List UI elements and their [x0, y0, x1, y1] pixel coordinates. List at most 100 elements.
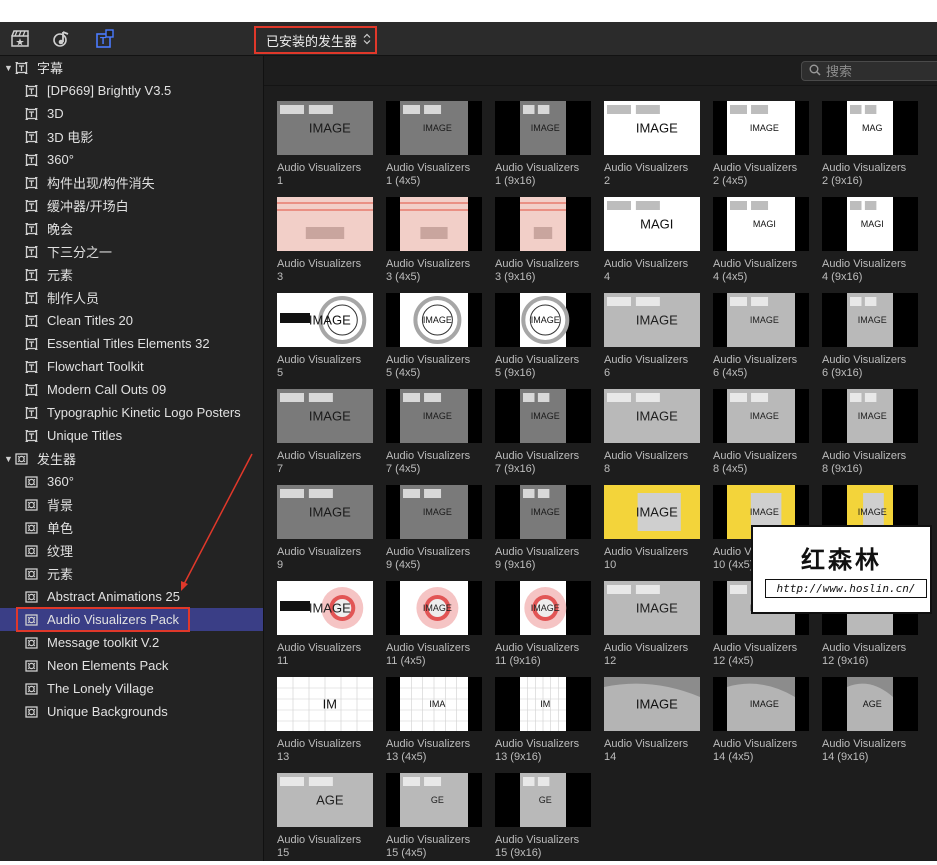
generator-tile[interactable]: IMAGE Audio Visualizers 7 (4x5)	[386, 389, 486, 481]
sidebar-item[interactable]: Modern Call Outs 09	[0, 378, 263, 401]
generator-thumbnail[interactable]: GE	[386, 773, 482, 827]
generator-tile[interactable]: IMAGE Audio Visualizers 9	[277, 485, 377, 577]
generator-thumbnail[interactable]: AGE	[822, 677, 918, 731]
generator-tile[interactable]: IMAGE Audio Visualizers 9 (4x5)	[386, 485, 486, 577]
generator-thumbnail[interactable]: IM	[277, 677, 373, 731]
generator-thumbnail[interactable]: MAGI	[822, 197, 918, 251]
sidebar-item[interactable]: [DP669] Brightly V3.5	[0, 79, 263, 102]
generator-thumbnail[interactable]: IMAGE	[495, 389, 591, 443]
generator-tile[interactable]: MAGI Audio Visualizers 4 (9x16)	[822, 197, 922, 289]
generator-tile[interactable]: GE Audio Visualizers 15 (4x5)	[386, 773, 486, 865]
generator-tile[interactable]: Audio Visualizers 3	[277, 197, 377, 289]
generator-thumbnail[interactable]: IMAGE	[277, 293, 373, 347]
sidebar-category-titles[interactable]: ▼ 字幕	[0, 56, 263, 79]
generator-tile[interactable]: IMA Audio Visualizers 13 (4x5)	[386, 677, 486, 769]
titles-icon[interactable]: T	[95, 29, 115, 49]
generator-tile[interactable]: IMAGE Audio Visualizers 6 (9x16)	[822, 293, 922, 385]
generator-thumbnail[interactable]: IMAGE	[386, 293, 482, 347]
generator-thumbnail[interactable]: IMAGE	[495, 581, 591, 635]
sidebar-item[interactable]: Clean Titles 20	[0, 309, 263, 332]
generator-tile[interactable]: MAGI Audio Visualizers 4	[604, 197, 704, 289]
generator-thumbnail[interactable]: IMAGE	[713, 293, 809, 347]
generator-thumbnail[interactable]: IM	[495, 677, 591, 731]
generator-tile[interactable]: IM Audio Visualizers 13 (9x16)	[495, 677, 595, 769]
generator-thumbnail[interactable]: IMAGE	[604, 293, 700, 347]
generator-tile[interactable]: IMAGE Audio Visualizers 2	[604, 101, 704, 193]
generator-tile[interactable]: IM Audio Visualizers 13	[277, 677, 377, 769]
generator-tile[interactable]: Audio Visualizers 3 (9x16)	[495, 197, 595, 289]
sidebar-item[interactable]: Message toolkit V.2	[0, 631, 263, 654]
generator-tile[interactable]: AGE Audio Visualizers 14 (9x16)	[822, 677, 922, 769]
sidebar-item[interactable]: 构件出现/构件消失	[0, 171, 263, 194]
generator-tile[interactable]: IMAGE Audio Visualizers 11 (4x5)	[386, 581, 486, 673]
generator-thumbnail[interactable]: IMAGE	[386, 485, 482, 539]
generator-tile[interactable]: GE Audio Visualizers 15 (9x16)	[495, 773, 595, 865]
generator-tile[interactable]: MAG Audio Visualizers 2 (9x16)	[822, 101, 922, 193]
sidebar-item[interactable]: 下三分之一	[0, 240, 263, 263]
sidebar-item[interactable]: Audio Visualizers Pack	[0, 607, 263, 632]
generator-thumbnail[interactable]: IMAGE	[604, 677, 700, 731]
sidebar-item[interactable]: Abstract Animations 25	[0, 585, 263, 608]
sidebar-item[interactable]: Typographic Kinetic Logo Posters	[0, 401, 263, 424]
music-note-icon[interactable]	[52, 29, 72, 49]
sidebar-item[interactable]: Unique Backgrounds	[0, 700, 263, 723]
generator-thumbnail[interactable]: IMAGE	[277, 581, 373, 635]
sidebar-item[interactable]: Flowchart Toolkit	[0, 355, 263, 378]
generator-thumbnail[interactable]: IMAGE	[713, 389, 809, 443]
generator-tile[interactable]: IMAGE Audio Visualizers 11 (9x16)	[495, 581, 595, 673]
generator-tile[interactable]: IMAGE Audio Visualizers 7 (9x16)	[495, 389, 595, 481]
generator-tile[interactable]: IMAGE Audio Visualizers 14 (4x5)	[713, 677, 813, 769]
search-field[interactable]	[801, 61, 937, 81]
generator-tile[interactable]: IMAGE Audio Visualizers 14	[604, 677, 704, 769]
generator-tile[interactable]: IMAGE Audio Visualizers 8	[604, 389, 704, 481]
generator-tile[interactable]: IMAGE Audio Visualizers 5 (9x16)	[495, 293, 595, 385]
generator-thumbnail[interactable]: IMA	[386, 677, 482, 731]
sidebar-item[interactable]: 单色	[0, 516, 263, 539]
sidebar-item[interactable]: 制作人员	[0, 286, 263, 309]
clapper-star-icon[interactable]	[10, 29, 30, 49]
generator-thumbnail[interactable]: IMAGE	[277, 101, 373, 155]
sidebar-item[interactable]: 3D 电影	[0, 125, 263, 148]
disclosure-triangle-icon[interactable]: ▼	[4, 63, 14, 73]
generator-thumbnail[interactable]: IMAGE	[495, 293, 591, 347]
generator-tile[interactable]: IMAGE Audio Visualizers 2 (4x5)	[713, 101, 813, 193]
generator-tile[interactable]: IMAGE Audio Visualizers 6 (4x5)	[713, 293, 813, 385]
generator-tile[interactable]: MAGI Audio Visualizers 4 (4x5)	[713, 197, 813, 289]
generator-thumbnail[interactable]: IMAGE	[822, 293, 918, 347]
generator-tile[interactable]: IMAGE Audio Visualizers 1	[277, 101, 377, 193]
sidebar-category-generators[interactable]: ▼ 发生器	[0, 447, 263, 470]
generator-tile[interactable]: IMAGE Audio Visualizers 5	[277, 293, 377, 385]
generator-tile[interactable]: IMAGE Audio Visualizers 1 (9x16)	[495, 101, 595, 193]
generator-thumbnail[interactable]: IMAGE	[386, 389, 482, 443]
installed-generators-dropdown[interactable]: 已安装的发生器	[254, 26, 377, 54]
generator-tile[interactable]: IMAGE Audio Visualizers 11	[277, 581, 377, 673]
generator-tile[interactable]: IMAGE Audio Visualizers 10	[604, 485, 704, 577]
generator-tile[interactable]: Audio Visualizers 3 (4x5)	[386, 197, 486, 289]
generator-thumbnail[interactable]: IMAGE	[495, 485, 591, 539]
generator-tile[interactable]: IMAGE Audio Visualizers 8 (4x5)	[713, 389, 813, 481]
generator-thumbnail[interactable]: IMAGE	[604, 101, 700, 155]
generator-thumbnail[interactable]: IMAGE	[604, 485, 700, 539]
generator-tile[interactable]: AGE Audio Visualizers 15	[277, 773, 377, 865]
generator-tile[interactable]: IMAGE Audio Visualizers 9 (9x16)	[495, 485, 595, 577]
sidebar-item[interactable]: Neon Elements Pack	[0, 654, 263, 677]
generator-thumbnail[interactable]: GE	[495, 773, 591, 827]
generator-thumbnail[interactable]: IMAGE	[495, 101, 591, 155]
generator-thumbnail[interactable]	[386, 197, 482, 251]
generator-thumbnail[interactable]: IMAGE	[604, 581, 700, 635]
generator-thumbnail[interactable]: IMAGE	[604, 389, 700, 443]
generator-thumbnail[interactable]: IMAGE	[277, 389, 373, 443]
generator-tile[interactable]: IMAGE Audio Visualizers 5 (4x5)	[386, 293, 486, 385]
generator-thumbnail[interactable]: AGE	[277, 773, 373, 827]
generator-thumbnail[interactable]: IMAGE	[713, 101, 809, 155]
generator-thumbnail[interactable]: IMAGE	[277, 485, 373, 539]
generator-thumbnail[interactable]: MAGI	[713, 197, 809, 251]
generator-thumbnail[interactable]: IMAGE	[822, 389, 918, 443]
generator-thumbnail[interactable]: IMAGE	[713, 677, 809, 731]
generator-tile[interactable]: IMAGE Audio Visualizers 6	[604, 293, 704, 385]
generator-thumbnail[interactable]: MAG	[822, 101, 918, 155]
sidebar-item[interactable]: 360°	[0, 470, 263, 493]
sidebar-item[interactable]: Essential Titles Elements 32	[0, 332, 263, 355]
generator-thumbnail[interactable]	[495, 197, 591, 251]
generator-tile[interactable]: IMAGE Audio Visualizers 7	[277, 389, 377, 481]
